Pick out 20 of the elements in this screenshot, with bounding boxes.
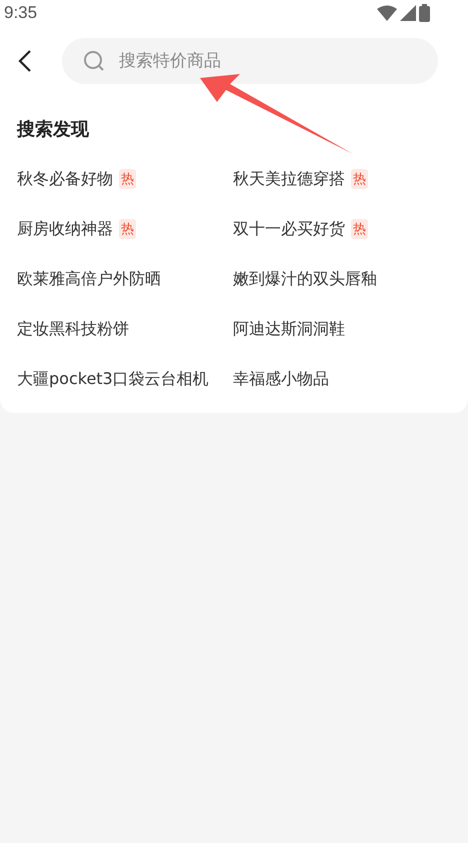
signal-icon [400,4,416,20]
search-field[interactable]: 搜索特价商品 [62,38,438,84]
battery-icon [419,4,430,22]
hot-badge: 热 [119,169,136,189]
search-suggestion[interactable]: 阿迪达斯洞洞鞋 [233,318,345,340]
search-suggestion[interactable]: 大疆pocket3口袋云台相机 [17,368,209,390]
hot-badge: 热 [351,169,368,189]
search-suggestion[interactable]: 秋天美拉德穿搭 [233,168,345,190]
hot-badge: 热 [119,219,136,239]
search-suggestion[interactable]: 欧莱雅高倍户外防晒 [17,268,161,290]
status-time: 9:35 [4,2,38,22]
hot-badge: 热 [351,219,368,239]
search-suggestion[interactable]: 嫩到爆汁的双头唇釉 [233,268,377,290]
section-title: 搜索发现 [17,118,90,141]
search-suggestion[interactable]: 秋冬必备好物 [17,168,113,190]
search-suggestion[interactable]: 厨房收纳神器 [17,218,113,240]
search-suggestion[interactable]: 定妆黑科技粉饼 [17,318,129,340]
wifi-icon [377,4,397,20]
search-suggestion[interactable]: 幸福感小物品 [233,368,329,390]
search-suggestion[interactable]: 双十一必买好货 [233,218,345,240]
